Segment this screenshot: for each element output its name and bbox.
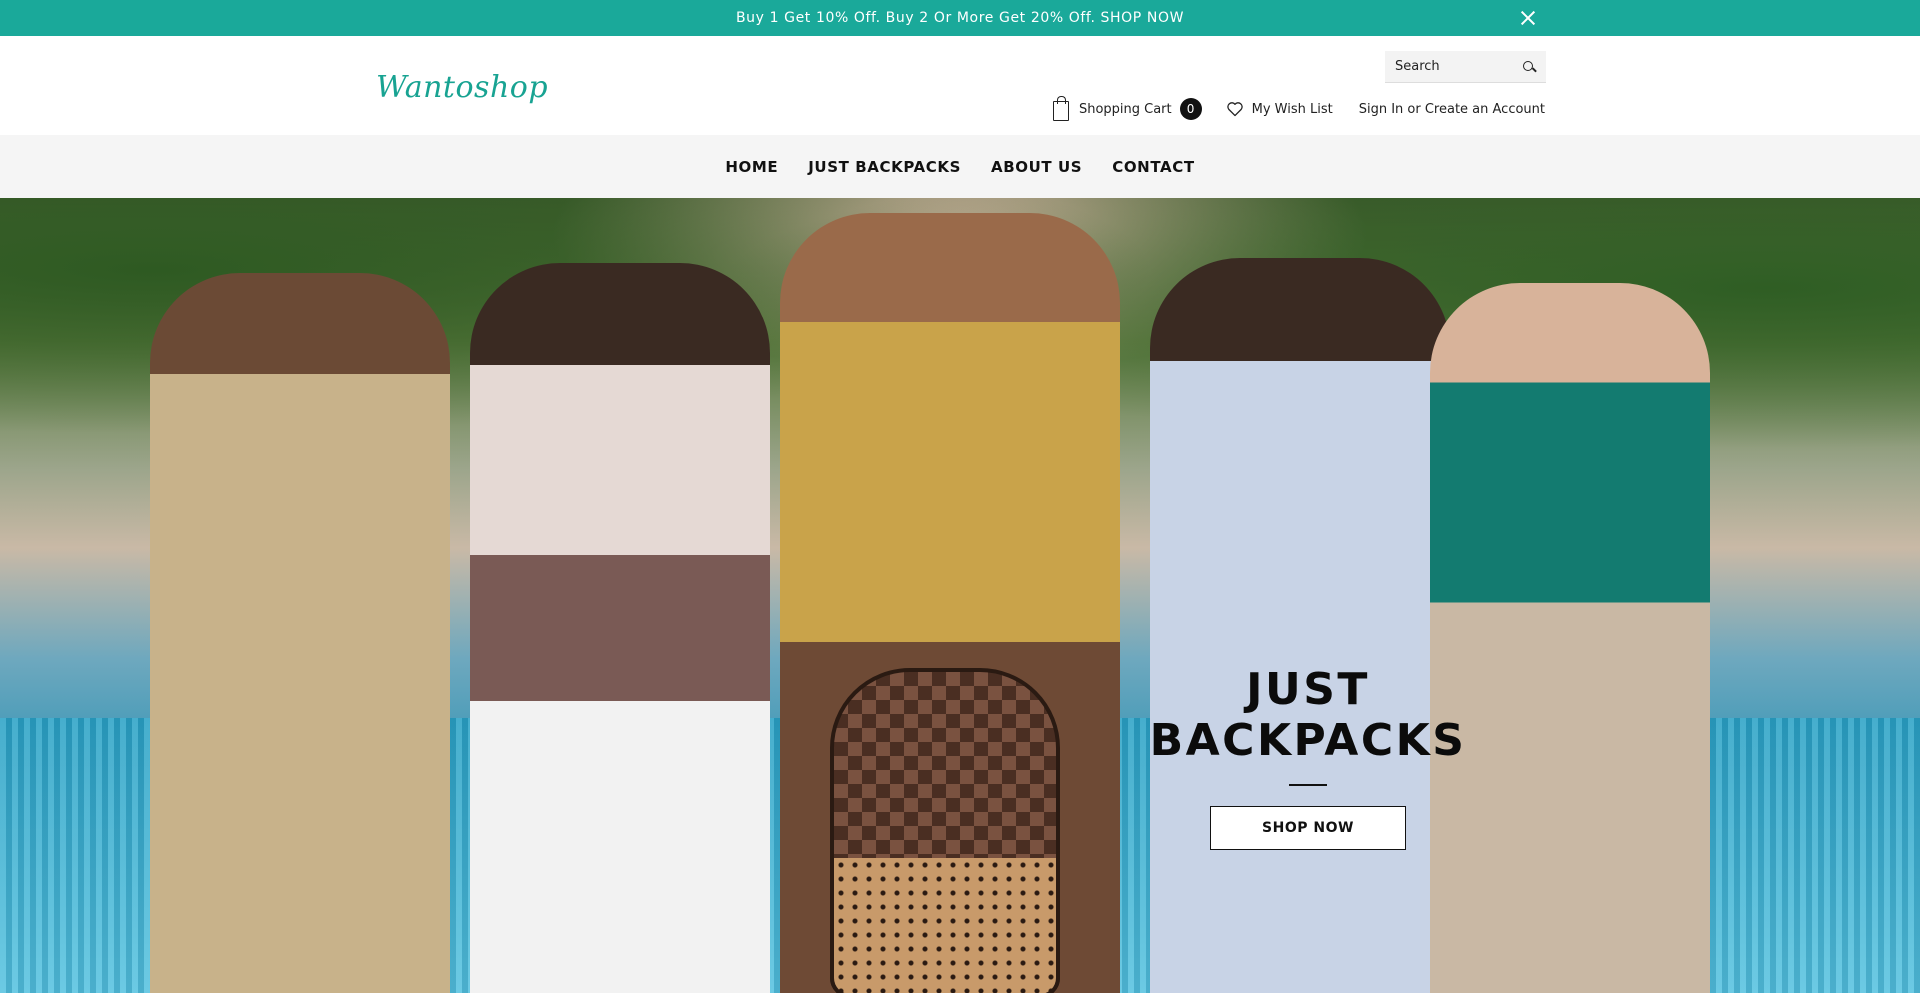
logo[interactable]: Wantoshop [376,70,548,105]
close-icon[interactable] [1518,8,1538,28]
announcement-bar: Buy 1 Get 10% Off. Buy 2 Or More Get 20%… [0,0,1920,36]
nav-item-just-backpacks[interactable]: JUST BACKPACKS [808,158,961,176]
sign-in-link[interactable]: Sign In or Create an Account [1359,102,1545,117]
wishlist-link[interactable]: My Wish List [1226,101,1333,117]
hero-backpack-leopard-panel [830,858,1060,993]
hero-model-5 [1430,283,1710,993]
cart-count-badge: 0 [1179,98,1202,120]
shopping-bag-icon [1052,96,1069,121]
hero-title: JUST BACKPACKS [1149,664,1467,766]
hero-banner: JUST BACKPACKS SHOP NOW [0,198,1920,993]
nav-item-home[interactable]: HOME [725,158,778,176]
shopping-cart-link[interactable]: Shopping Cart 0 [1052,96,1202,121]
hero-divider [1289,784,1327,786]
heart-icon [1226,102,1243,117]
hero-model-1 [150,273,450,993]
cart-label: Shopping Cart [1078,101,1172,117]
nav-item-about-us[interactable]: ABOUT US [991,158,1082,176]
search-box [1385,51,1546,83]
search-input[interactable] [1395,59,1522,74]
hero-content: JUST BACKPACKS SHOP NOW [1108,664,1508,850]
search-icon[interactable] [1522,60,1536,74]
hero-model-4 [1150,258,1450,993]
site-header: Wantoshop Shopping Cart 0 My Wish List S… [0,36,1920,135]
announcement-text[interactable]: Buy 1 Get 10% Off. Buy 2 Or More Get 20%… [736,10,1184,26]
header-links: Shopping Cart 0 My Wish List Sign In or … [1052,96,1545,121]
shop-now-button[interactable]: SHOP NOW [1210,806,1406,850]
wishlist-label: My Wish List [1251,101,1333,117]
hero-model-2 [470,263,770,993]
nav-item-contact[interactable]: CONTACT [1112,158,1194,176]
main-nav: HOME JUST BACKPACKS ABOUT US CONTACT [0,135,1920,198]
